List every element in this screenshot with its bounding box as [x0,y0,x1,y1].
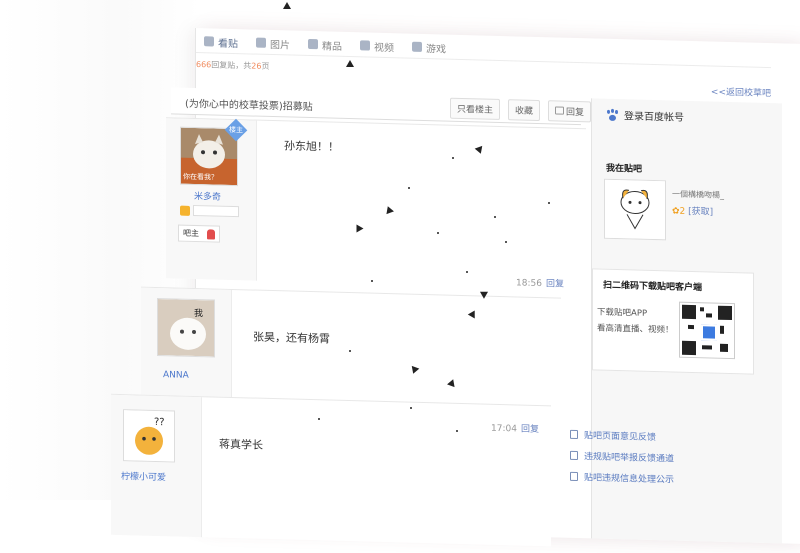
avatar[interactable]: 我 [157,298,215,358]
app-download-box: 扫二维码下载贴吧客户端 下载贴吧APP 看高清直播、视频！ [592,268,754,375]
decor-dot [408,187,410,189]
level-bar [193,204,239,218]
post-meta: 18:56 回复 [516,275,564,289]
post-item-1: 你在看我？ 楼主 米多奇 吧主 孙东旭！！ 18:56 回复 [166,117,586,290]
baidu-logo-icon [701,324,717,341]
svg-text:??: ?? [154,417,165,428]
decor-dot [456,430,458,432]
decor-dot [548,202,550,204]
username[interactable]: ANNA [163,370,189,381]
post-content: 张昊，还有杨霄 [253,330,330,346]
decor-dot [349,350,351,352]
reply-count: 666 [196,60,212,70]
posts-icon [204,36,214,47]
post-content: 蒋真学长 [219,437,263,452]
tieba-page-frame: 看贴 图片 精品 视频 游戏 666回复贴，共26页 <<返回校草吧 (为你心中… [111,28,800,547]
video-icon [360,40,370,51]
login-link[interactable]: 登录百度帐号 [606,107,684,124]
reply-icon [554,106,564,115]
footer-links: 贴吧页面意见反馈 违规贴吧举报反馈通道 贴吧违规信息处理公示 [570,428,674,494]
post-meta: 17:04 回复 [491,421,539,435]
report-link[interactable]: 违规贴吧举报反馈通道 [570,449,674,465]
user-level [180,204,239,218]
page-count: 26 [251,61,262,71]
thread-stats: 666回复贴，共26页 [196,60,270,71]
avatar[interactable]: ?? [123,409,175,463]
feedback-link[interactable]: 贴吧页面意见反馈 [570,428,674,444]
feedback-icon [570,429,578,440]
gamepad-icon [412,41,422,52]
decor-speck [356,224,364,233]
decor-dot [437,232,439,234]
back-to-forum-link[interactable]: <<返回校草吧 [711,85,771,100]
thread-meta-bar: 666回复贴，共26页 <<返回校草吧 [196,52,771,99]
violation-notice-link[interactable]: 贴吧违规信息处理公示 [570,470,674,486]
my-tieba-heading: 我在贴吧 [606,163,643,175]
username[interactable]: 柠檬小可爱 [121,469,166,483]
avatar-bear-sticker: ?? [124,410,174,462]
only-op-button[interactable]: 只看楼主 [449,97,500,120]
tab-featured[interactable]: 精品 [308,36,342,52]
decor-dot [410,407,412,409]
image-icon [256,37,266,48]
moderator-tag: 吧主 [178,224,220,243]
qr-text-live: 看高清直播、视频！ [597,323,674,336]
my-avatar[interactable] [604,178,666,241]
avatar-white-cat-image: 我 [158,299,214,357]
cat-sticker-image [605,179,665,240]
decor-dot [466,271,468,273]
collect-button[interactable]: 收藏 [507,99,540,122]
avatar-caption: 你在看我？ [183,172,218,182]
tab-video[interactable]: 视频 [360,38,394,54]
moderator-icon [207,228,215,240]
decor-dot [452,157,454,159]
thread-title: (为你心中的校草投票)招募贴 [185,98,313,114]
qr-code[interactable] [679,301,735,360]
level-icon [180,205,190,216]
my-level: ✿2 [获取] [672,206,714,218]
post-reply-link[interactable]: 回复 [546,279,564,289]
decor-speck [283,2,291,9]
baidu-paw-icon [606,108,618,121]
notice-icon [570,471,578,482]
post-reply-link[interactable]: 回复 [521,425,539,435]
post-time: 18:56 [516,278,542,290]
star-icon [308,38,318,50]
qr-text-download: 下载贴吧APP [597,307,648,319]
svg-text:我: 我 [194,308,203,319]
report-icon [570,450,578,461]
decor-dot [494,216,496,218]
post-time: 17:04 [491,423,517,435]
right-sidebar: 登录百度帐号 我在贴吧 一個構橋吻楊_ ✿2 [获取] 扫二维码下载贴吧客户端 … [570,98,782,544]
my-username[interactable]: 一個構橋吻楊_ [672,188,724,200]
tab-view-posts[interactable]: 看贴 [204,34,238,50]
decor-dot [371,280,373,282]
decor-dot [505,241,507,243]
decor-speck [346,60,354,67]
get-link[interactable]: [获取] [688,207,713,218]
post-item-3: ?? 柠檬小可爱 蒋真学长 17:04 回复 [111,393,551,547]
qr-title: 扫二维码下载贴吧客户端 [603,280,703,294]
tab-games[interactable]: 游戏 [412,39,446,55]
reply-button[interactable]: 回复 [547,100,591,123]
username[interactable]: 米多奇 [194,189,221,203]
post-content: 孙东旭！！ [284,139,339,154]
tab-images[interactable]: 图片 [256,35,290,51]
decor-dot [318,418,320,420]
